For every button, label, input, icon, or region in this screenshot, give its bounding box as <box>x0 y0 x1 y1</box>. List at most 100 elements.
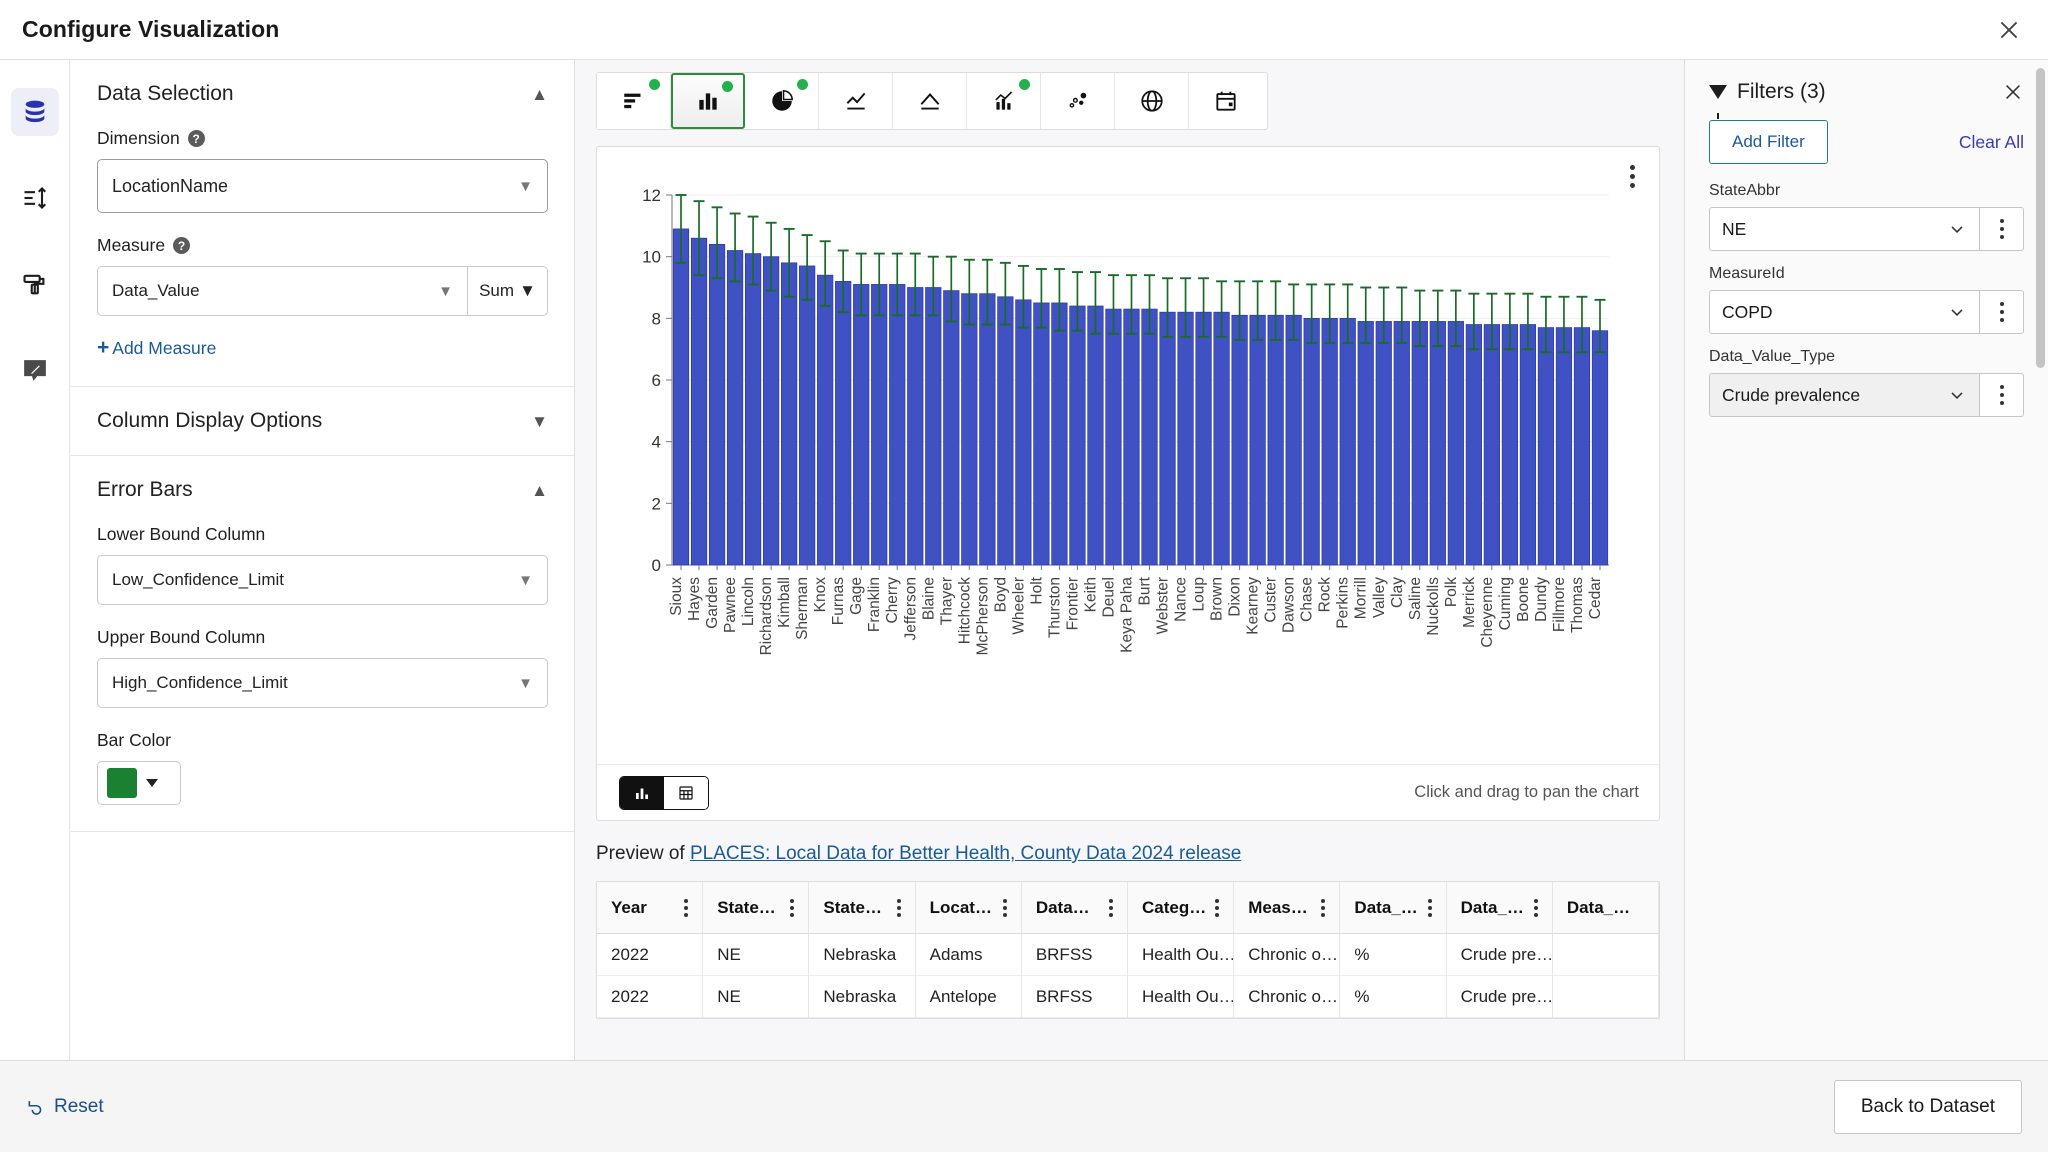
filter-options-button-1[interactable] <box>1980 290 2024 334</box>
sidebar-item-style-options[interactable] <box>11 260 59 308</box>
table-row[interactable]: 2022NENebraskaAntelopeBRFSSHealth Ou…Chr… <box>597 976 1659 1018</box>
table-cell: % <box>1340 934 1446 976</box>
svg-text:4: 4 <box>652 433 661 452</box>
lower-bound-select[interactable]: Low_Confidence_Limit ▼ <box>97 555 548 605</box>
more-vertical-icon[interactable] <box>1109 899 1113 917</box>
more-vertical-icon[interactable] <box>1215 899 1219 917</box>
table-column-header[interactable]: Meas… <box>1234 882 1340 934</box>
table-cell: Health Ou… <box>1128 934 1234 976</box>
sidebar-item-annotations[interactable] <box>11 346 59 394</box>
combo-icon <box>991 88 1017 114</box>
table-column-header[interactable]: Data… <box>1022 882 1128 934</box>
svg-text:6: 6 <box>652 371 661 390</box>
column-header-label: State… <box>717 898 776 918</box>
chevron-up-icon[interactable]: ▲ <box>531 482 548 499</box>
bar-color-picker[interactable] <box>97 761 181 805</box>
preview-prefix: Preview of <box>596 843 690 864</box>
view-chart-button[interactable] <box>620 777 664 809</box>
svg-text:Keith: Keith <box>1082 577 1099 612</box>
scatter-icon <box>1065 88 1091 114</box>
more-vertical-icon[interactable] <box>1321 899 1325 917</box>
table-cell: 2022 <box>597 976 703 1018</box>
more-vertical-icon[interactable] <box>790 899 794 917</box>
line-chart-type[interactable] <box>819 73 893 129</box>
table-column-header[interactable]: State… <box>809 882 915 934</box>
data-selection-header[interactable]: Data Selection ▲ <box>97 82 548 106</box>
view-table-button[interactable] <box>664 777 708 809</box>
sidebar-item-data-selection[interactable] <box>11 88 59 136</box>
filter-label: MeasureId <box>1709 265 2024 283</box>
filter-options-button-2[interactable] <box>1980 373 2024 417</box>
filter-select-1[interactable]: COPD <box>1709 290 1980 334</box>
upper-bound-select[interactable]: High_Confidence_Limit ▼ <box>97 658 548 708</box>
more-vertical-icon[interactable] <box>897 899 901 917</box>
measure-select[interactable]: Data_Value ▼ <box>97 266 468 316</box>
chart-card: 024681012SiouxHayesGardenPawneeLincolnRi… <box>596 146 1660 821</box>
scatter-chart-type[interactable] <box>1041 73 1115 129</box>
annotate-pencil-icon <box>21 356 49 384</box>
chevron-down-icon[interactable]: ▼ <box>531 413 548 430</box>
svg-text:Cuming: Cuming <box>1497 577 1514 630</box>
panel-scrollbar[interactable] <box>2036 68 2045 368</box>
svg-text:Wheeler: Wheeler <box>1010 577 1027 635</box>
dimension-select[interactable]: LocationName ▼ <box>97 159 548 213</box>
lower-bound-label: Lower Bound Column <box>97 524 548 545</box>
table-column-header[interactable]: Categ… <box>1128 882 1234 934</box>
table-column-header[interactable]: Data_… <box>1340 882 1446 934</box>
svg-text:Furnas: Furnas <box>830 577 847 625</box>
more-vertical-icon[interactable] <box>1534 899 1538 917</box>
add-measure-button[interactable]: + Add Measure <box>97 336 548 360</box>
close-icon[interactable] <box>2002 81 2024 103</box>
filter-select-0[interactable]: NE <box>1709 207 1980 251</box>
column-display-header[interactable]: Column Display Options ▼ <box>97 409 548 433</box>
chevron-down-icon: ▼ <box>519 281 536 301</box>
error-bars-header[interactable]: Error Bars ▲ <box>97 478 548 502</box>
more-vertical-icon[interactable] <box>1003 899 1007 917</box>
svg-text:Polk: Polk <box>1443 577 1460 607</box>
bottom-action-bar: Reset Back to Dataset <box>0 1060 2048 1152</box>
bar-horizontal-chart-type[interactable] <box>597 73 671 129</box>
map-chart-type[interactable] <box>1115 73 1189 129</box>
table-column-header[interactable]: Data_… <box>1447 882 1553 934</box>
aggregate-select[interactable]: Sum ▼ <box>468 266 548 316</box>
aggregate-value: Sum <box>479 281 514 301</box>
dataset-link[interactable]: PLACES: Local Data for Better Health, Co… <box>690 843 1241 864</box>
table-cell: Adams <box>916 934 1022 976</box>
sidebar-item-axis-options[interactable] <box>11 174 59 222</box>
add-filter-button[interactable]: Add Filter <box>1709 120 1828 164</box>
filter-label: Data_Value_Type <box>1709 348 2024 366</box>
table-cell: BRFSS <box>1022 976 1128 1018</box>
filters-title: Filters (3) <box>1709 80 1826 104</box>
svg-text:Nance: Nance <box>1173 577 1190 622</box>
clear-all-button[interactable]: Clear All <box>1959 132 2024 153</box>
filter-value: NE <box>1722 219 1746 240</box>
chevron-up-icon[interactable]: ▲ <box>531 86 548 103</box>
close-icon[interactable] <box>1992 13 2026 47</box>
column-header-label: Year <box>611 898 647 918</box>
table-column-header[interactable]: Data_… <box>1553 882 1659 934</box>
bar-chart-plot[interactable]: 024681012SiouxHayesGardenPawneeLincolnRi… <box>597 185 1661 755</box>
pie-icon <box>769 88 795 114</box>
more-vertical-icon[interactable] <box>1428 899 1432 917</box>
preview-table: YearState…State…Locat…Data…Categ…Meas…Da… <box>596 881 1660 1019</box>
svg-text:Morrill: Morrill <box>1353 577 1370 619</box>
table-column-header[interactable]: State… <box>703 882 809 934</box>
svg-text:Boone: Boone <box>1515 577 1532 622</box>
table-column-header[interactable]: Locat… <box>916 882 1022 934</box>
help-icon[interactable]: ? <box>188 130 205 147</box>
combo-chart-type[interactable] <box>967 73 1041 129</box>
back-to-dataset-button[interactable]: Back to Dataset <box>1834 1080 2022 1134</box>
column-chart-type[interactable] <box>671 73 745 129</box>
help-icon[interactable]: ? <box>173 237 190 254</box>
funnel-icon <box>1709 85 1727 99</box>
filter-select-2[interactable]: Crude prevalence <box>1709 373 1980 417</box>
reset-button[interactable]: Reset <box>26 1096 104 1118</box>
table-column-header[interactable]: Year <box>597 882 703 934</box>
more-vertical-icon[interactable] <box>684 899 688 917</box>
pie-chart-type[interactable] <box>745 73 819 129</box>
measure-row: Data_Value ▼ Sum ▼ <box>97 266 548 316</box>
calendar-chart-type[interactable] <box>1189 73 1263 129</box>
table-row[interactable]: 2022NENebraskaAdamsBRFSSHealth Ou…Chroni… <box>597 934 1659 976</box>
area-chart-type[interactable] <box>893 73 967 129</box>
filter-options-button-0[interactable] <box>1980 207 2024 251</box>
